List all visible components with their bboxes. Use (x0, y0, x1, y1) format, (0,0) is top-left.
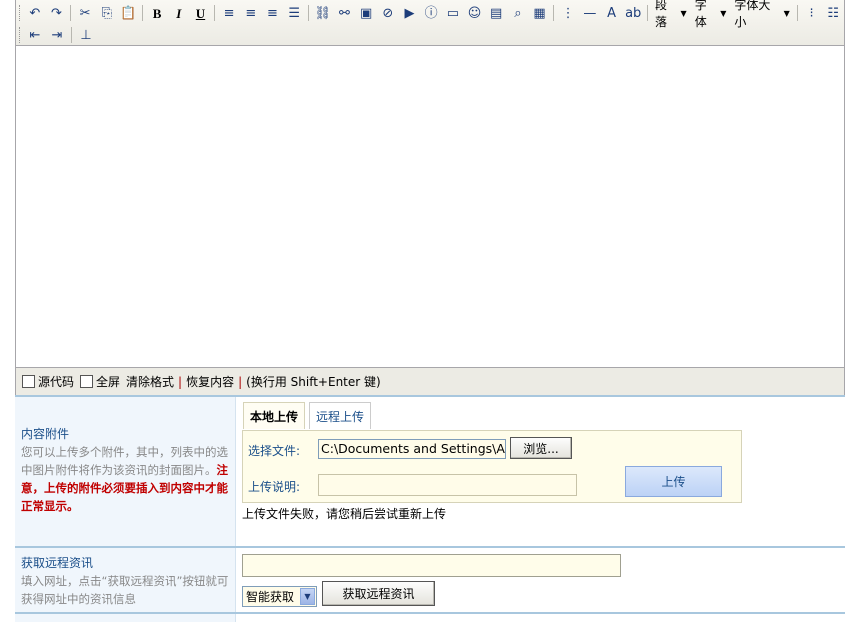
insert-row-icon[interactable]: ⋮ (557, 3, 579, 23)
editor-toolbar: ↶ ↷ ✂ ⎘ 📋 B I U ≡ ≡ ≡ ☰ ⛓ ⚯ ▣ ⊘ ▶ ⓘ ▭ ☺ ▤ ⌕ ▦ ⋮ — Aab 段落 ▼ 字体 ▼ 字体大小 ▼ ⁝… (16, 0, 844, 46)
attachments-label-cell: 内容附件 您可以上传多个附件，其中，列表中的选中图片附件将作为该资讯的封面图片。… (15, 397, 236, 546)
tab-local-upload[interactable]: 本地上传 (243, 402, 306, 429)
bold-icon[interactable]: B (146, 3, 168, 23)
toolbar-separator (796, 5, 798, 21)
toolbar-separator (553, 5, 555, 21)
redo-icon[interactable]: ↷ (46, 3, 68, 23)
paste-icon[interactable]: 📋 (118, 3, 140, 23)
toolbar-grip (19, 5, 22, 21)
italic-icon[interactable]: I (168, 3, 190, 23)
clear-format-link[interactable]: 清除格式 (126, 373, 174, 390)
table-icon[interactable]: ▭ (442, 3, 464, 23)
outdent-icon[interactable]: ⇤ (24, 25, 46, 45)
attachments-row: 内容附件 您可以上传多个附件，其中，列表中的选中图片附件将作为该资讯的封面图片。… (15, 395, 845, 546)
font-size-dropdown[interactable]: 字体大小 ▼ (730, 0, 793, 29)
image-icon[interactable]: ▣ (355, 3, 377, 23)
toolbar-separator (71, 27, 72, 43)
chevron-down-icon[interactable]: ▼ (300, 588, 315, 605)
toolbar-separator (214, 5, 216, 21)
info-icon[interactable]: ⓘ (420, 3, 442, 23)
font-dropdown-label: 字体 (694, 0, 707, 29)
footer-divider: | (178, 374, 183, 389)
ordered-list-icon[interactable]: ⁝ (801, 3, 823, 23)
upload-tabs: 本地上传 远程上传 (243, 402, 375, 429)
tab-remote-upload[interactable]: 远程上传 (309, 402, 372, 429)
source-checkbox[interactable] (22, 375, 35, 388)
fetch-mode-value: 智能获取 (246, 590, 295, 604)
editor-content-area[interactable] (16, 47, 844, 367)
upload-desc-input[interactable] (318, 474, 577, 496)
preview-icon[interactable]: ▦ (529, 3, 551, 23)
browse-button[interactable]: 浏览... (510, 437, 572, 459)
unlink-icon[interactable]: ⚯ (334, 3, 356, 23)
newline-hint: (换行用 Shift+Enter 键) (246, 375, 381, 389)
toolbar-row-1: ↶ ↷ ✂ ⎘ 📋 B I U ≡ ≡ ≡ ☰ ⛓ ⚯ ▣ ⊘ ▶ ⓘ ▭ ☺ ▤ ⌕ ▦ ⋮ — Aab 段落 ▼ 字体 ▼ 字体大小 ▼ ⁝… (18, 0, 844, 29)
fetch-remote-button[interactable]: 获取远程资讯 (322, 581, 435, 606)
toolbar-separator (307, 5, 309, 21)
source-label: 源代码 (38, 375, 75, 389)
next-row-label-cell (15, 614, 236, 622)
font-dropdown[interactable]: 字体 ▼ (691, 0, 731, 29)
next-row (15, 612, 845, 622)
align-center-icon[interactable]: ≡ (240, 3, 262, 23)
fullscreen-label: 全屏 (96, 375, 121, 389)
footer-divider: | (238, 374, 243, 389)
remote-label-cell: 获取远程资讯 填入网址，点击“获取远程资讯”按钮就可获得网址中的资讯信息 (15, 548, 236, 614)
attachments-title: 内容附件 (21, 427, 70, 441)
remote-url-input[interactable] (242, 554, 621, 577)
fetch-mode-select[interactable]: 智能获取 ▼ (242, 586, 317, 607)
toolbar-separator (70, 5, 72, 21)
remote-title: 获取远程资讯 (21, 556, 94, 570)
remote-fetch-row: 获取远程资讯 填入网址，点击“获取远程资讯”按钮就可获得网址中的资讯信息 智能获… (15, 546, 845, 614)
attachments-desc-text: 您可以上传多个附件，其中，列表中的选中图片附件将作为该资讯的封面图片。 (21, 445, 228, 477)
align-left-icon[interactable]: ≡ (218, 3, 240, 23)
paragraph-dropdown[interactable]: 段落 ▼ (651, 0, 691, 29)
toolbar-separator (647, 5, 649, 21)
upload-button[interactable]: 上传 (625, 466, 722, 497)
chevron-down-icon: ▼ (783, 8, 790, 18)
align-justify-icon[interactable]: ☰ (283, 3, 305, 23)
flash-icon[interactable]: ⊘ (377, 3, 399, 23)
find-icon[interactable]: ⌕ (507, 3, 529, 23)
copy-icon[interactable]: ⎘ (96, 3, 118, 23)
align-right-icon[interactable]: ≡ (262, 3, 284, 23)
editor-footer: 源代码 全屏 清除格式 | 恢复内容 | (换行用 Shift+Enter 键) (16, 367, 844, 395)
paragraph-dropdown-label: 段落 (655, 0, 668, 29)
remote-description: 填入网址，点击“获取远程资讯”按钮就可获得网址中的资讯信息 (21, 574, 229, 606)
underline-icon[interactable]: U (190, 3, 212, 23)
source-toggle[interactable]: 源代码 (22, 373, 74, 390)
attachments-value-cell: 本地上传 远程上传 选择文件: C:\Documents and Setting… (237, 397, 845, 546)
rich-text-editor: ↶ ↷ ✂ ⎘ 📋 B I U ≡ ≡ ≡ ☰ ⛓ ⚯ ▣ ⊘ ▶ ⓘ ▭ ☺ ▤ ⌕ ▦ ⋮ — Aab 段落 ▼ 字体 ▼ 字体大小 ▼ ⁝… (15, 0, 845, 395)
upload-panel: 选择文件: C:\Documents and Settings\Administ… (242, 430, 742, 503)
toolbar-grip (19, 27, 22, 43)
restore-content-link[interactable]: 恢复内容 (186, 373, 234, 390)
toolbar-separator (142, 5, 144, 21)
fullscreen-checkbox[interactable] (80, 375, 94, 388)
page-icon[interactable]: ▤ (485, 3, 507, 23)
chevron-down-icon: ▼ (720, 8, 727, 18)
font-color-icon[interactable]: A (601, 3, 623, 23)
undo-icon[interactable]: ↶ (24, 3, 46, 23)
fullscreen-toggle[interactable]: 全屏 (80, 373, 120, 390)
file-label: 选择文件: (248, 444, 301, 458)
upload-desc-label: 上传说明: (248, 480, 301, 494)
horizontal-rule-icon[interactable]: — (579, 3, 601, 23)
upload-error-message: 上传文件失败，请您稍后尝试重新上传 (242, 507, 447, 521)
unordered-list-icon[interactable]: ☷ (822, 3, 844, 23)
indent-icon[interactable]: ⇥ (46, 25, 68, 45)
toolbar-row-2: ⇤ ⇥ ⊥ (18, 24, 97, 46)
font-size-dropdown-label: 字体大小 (734, 0, 771, 29)
media-icon[interactable]: ▶ (399, 3, 421, 23)
cut-icon[interactable]: ✂ (74, 3, 96, 23)
highlight-icon[interactable]: ab (622, 3, 644, 23)
attachments-description: 您可以上传多个附件，其中，列表中的选中图片附件将作为该资讯的封面图片。注意，上传… (21, 443, 229, 515)
chevron-down-icon: ▼ (680, 8, 687, 18)
link-icon[interactable]: ⛓ (312, 3, 334, 23)
emoticon-icon[interactable]: ☺ (464, 3, 486, 23)
file-path-input[interactable]: C:\Documents and Settings\Administrator (318, 439, 506, 459)
clear-style-icon[interactable]: ⊥ (75, 25, 97, 45)
remote-value-cell: 智能获取 ▼ 获取远程资讯 (237, 548, 845, 614)
